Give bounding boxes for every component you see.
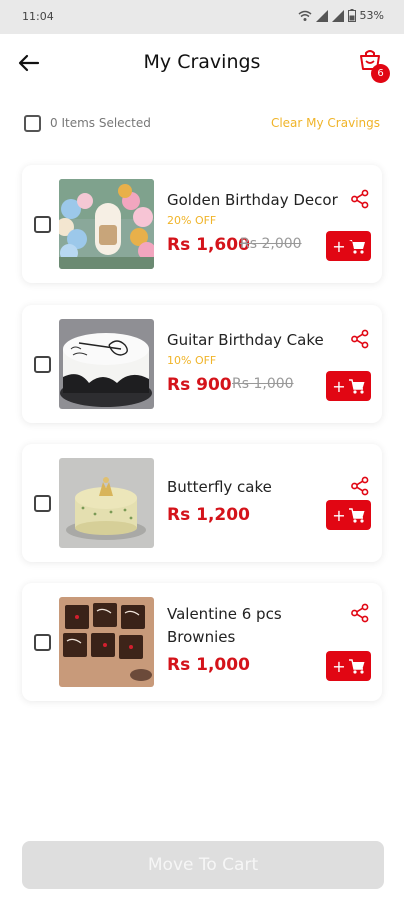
status-time: 11:04 [22, 10, 54, 23]
share-icon [351, 603, 369, 623]
item-old-price: Rs 1,000 [232, 376, 294, 392]
add-to-cart-icon [348, 378, 365, 394]
item-name: Golden Birthday Decor [167, 191, 338, 209]
butterfly-cake-photo [59, 458, 154, 548]
item-price: Rs 1,200 [167, 505, 250, 525]
craving-item: Guitar Birthday Cake 10% OFF Rs 900 Rs 1… [22, 305, 382, 423]
plus-icon: + [332, 656, 346, 676]
item-discount: 20% OFF [167, 214, 217, 227]
item-checkbox[interactable] [34, 495, 51, 512]
signal-icon-2 [331, 9, 344, 22]
move-to-cart-button[interactable]: Move To Cart [22, 841, 384, 889]
header: My Cravings 6 [0, 34, 404, 92]
share-icon [351, 329, 369, 349]
item-price: Rs 1,600 [167, 235, 250, 255]
craving-item: Valentine 6 pcs Brownies Rs 1,000 + [22, 583, 382, 701]
item-old-price: Rs 2,000 [240, 236, 302, 252]
item-price: Rs 900 [167, 375, 232, 395]
battery-percent: 53% [359, 9, 384, 22]
craving-item: Butterfly cake Rs 1,200 + [22, 444, 382, 562]
share-button[interactable] [350, 189, 370, 209]
share-icon [351, 189, 369, 209]
clear-cravings-link[interactable]: Clear My Cravings [271, 116, 380, 130]
item-image[interactable] [59, 319, 154, 409]
item-checkbox[interactable] [34, 356, 51, 373]
add-to-cart-button[interactable]: + [326, 651, 371, 681]
item-checkbox[interactable] [34, 216, 51, 233]
item-name: Guitar Birthday Cake [167, 331, 324, 349]
item-discount: 10% OFF [167, 354, 217, 367]
balloon-decor-photo [59, 179, 154, 269]
battery-icon [347, 9, 356, 22]
selection-bar: 0 Items Selected Clear My Cravings [0, 110, 404, 136]
add-to-cart-button[interactable]: + [326, 231, 371, 261]
plus-icon: + [332, 505, 346, 525]
signal-icon [315, 9, 328, 22]
share-button[interactable] [350, 476, 370, 496]
item-checkbox[interactable] [34, 634, 51, 651]
page-title: My Cravings [143, 51, 261, 73]
wifi-icon [298, 10, 312, 21]
guitar-cake-photo [59, 319, 154, 409]
item-name: Butterfly cake [167, 478, 272, 496]
item-name: Valentine 6 pcs Brownies [167, 605, 282, 646]
craving-item: Golden Birthday Decor 20% OFF Rs 1,600 R… [22, 165, 382, 283]
add-to-cart-button[interactable]: + [326, 371, 371, 401]
status-icons: 53% [298, 9, 384, 22]
select-all-checkbox[interactable] [24, 115, 41, 132]
share-button[interactable] [350, 329, 370, 349]
item-price: Rs 1,000 [167, 655, 250, 675]
add-to-cart-icon [348, 658, 365, 674]
add-to-cart-icon [348, 239, 365, 254]
share-button[interactable] [350, 603, 370, 623]
items-selected-count: 0 Items Selected [50, 116, 151, 130]
status-bar: 11:04 53% [0, 0, 404, 34]
item-image[interactable] [59, 179, 154, 269]
item-image[interactable] [59, 597, 154, 687]
share-icon [351, 476, 369, 496]
plus-icon: + [332, 376, 346, 396]
cart-count-badge: 6 [371, 64, 390, 83]
plus-icon: + [332, 236, 346, 256]
add-to-cart-icon [348, 507, 365, 523]
brownies-photo [59, 597, 154, 687]
item-image[interactable] [59, 458, 154, 548]
add-to-cart-button[interactable]: + [326, 500, 371, 530]
